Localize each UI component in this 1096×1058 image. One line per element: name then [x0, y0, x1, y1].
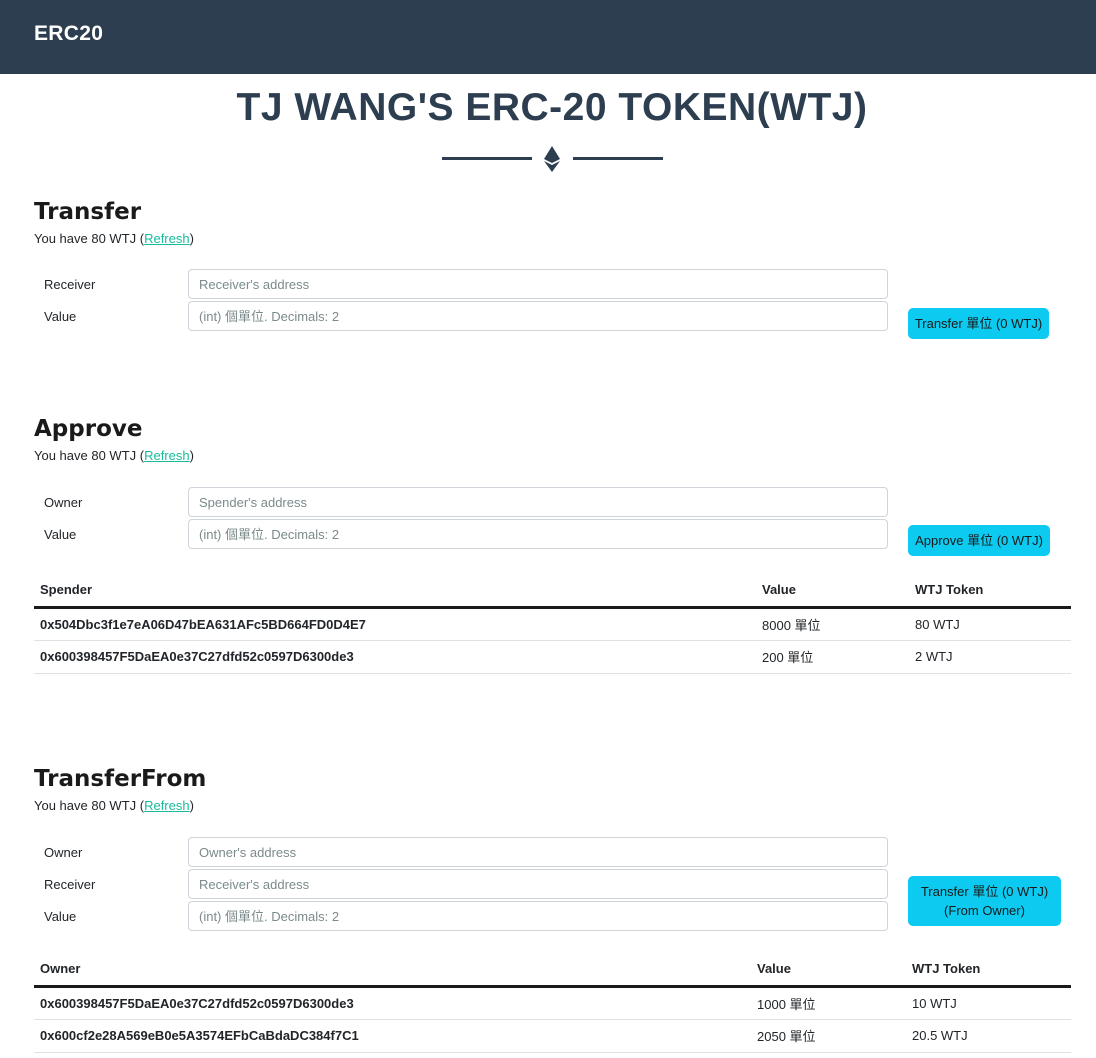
value-label: Value [44, 909, 77, 924]
transfer-from-balance: You have 80 WTJ (Refresh) [34, 798, 194, 813]
balance-suffix: ) [189, 231, 194, 246]
token-cell: 20.5 WTJ [906, 1019, 1071, 1053]
table-header-row: Spender Value WTJ Token [34, 573, 1071, 609]
table-row: 0x504Dbc3f1e7eA06D47bEA631AFc5BD664FD0D4… [34, 607, 1071, 641]
transfer-from-receiver-input[interactable] [188, 869, 888, 899]
value-cell: 200 單位 [756, 640, 909, 674]
token-cell: 2 WTJ [909, 640, 1071, 674]
transfer-balance: You have 80 WTJ (Refresh) [34, 231, 194, 246]
transfer-from-value-input[interactable] [188, 901, 888, 931]
value-cell: 1000 單位 [751, 986, 906, 1020]
owner-label: Owner [44, 845, 83, 860]
owner-address: 0x600cf2e28A569eB0e5A3574EFbCaBdaDC384f7… [34, 1019, 751, 1053]
navbar: ERC20 [0, 0, 1096, 74]
table-row: 0x600398457F5DaEA0e37C27dfd52c0597D6300d… [34, 986, 1071, 1020]
title-divider [442, 146, 663, 172]
ethereum-icon [544, 146, 560, 172]
value-label: Value [44, 309, 77, 324]
token-cell: 80 WTJ [909, 607, 1071, 641]
spender-address: 0x600398457F5DaEA0e37C27dfd52c0597D6300d… [34, 640, 756, 674]
approve-spender-input[interactable] [188, 487, 888, 517]
column-header: Spender [34, 573, 756, 609]
page-title: TJ WANG'S ERC-20 TOKEN(WTJ) [236, 86, 868, 129]
column-header: WTJ Token [906, 952, 1071, 988]
refresh-link[interactable]: Refresh [144, 231, 190, 246]
refresh-link[interactable]: Refresh [144, 448, 190, 463]
receiver-label: Receiver [44, 277, 96, 292]
value-label: Value [44, 527, 77, 542]
owner-address: 0x600398457F5DaEA0e37C27dfd52c0597D6300d… [34, 986, 751, 1020]
column-header: Owner [34, 952, 751, 988]
button-line-1: Transfer 單位 (0 WTJ) [920, 884, 1049, 899]
refresh-link[interactable]: Refresh [144, 798, 190, 813]
balance-suffix: ) [189, 448, 194, 463]
balance-text: You have 80 WTJ ( [34, 798, 145, 813]
transfer-receiver-input[interactable] [188, 269, 888, 299]
column-header: Value [751, 952, 906, 988]
table-row: 0x600cf2e28A569eB0e5A3574EFbCaBdaDC384f7… [34, 1019, 1071, 1053]
transfer-value-input[interactable] [188, 301, 888, 331]
value-cell: 8000 單位 [756, 607, 909, 641]
receiver-label: Receiver [44, 877, 96, 892]
approve-title: Approve [34, 416, 143, 442]
value-cell: 2050 單位 [751, 1019, 906, 1053]
column-header: Value [756, 573, 909, 609]
divider-line-left [442, 157, 532, 160]
transfer-from-title: TransferFrom [34, 766, 207, 792]
spender-address: 0x504Dbc3f1e7eA06D47bEA631AFc5BD664FD0D4… [34, 607, 756, 641]
transfer-title: Transfer [34, 199, 142, 225]
balance-text: You have 80 WTJ ( [34, 448, 145, 463]
table-row: 0x600398457F5DaEA0e37C27dfd52c0597D6300d… [34, 640, 1071, 674]
approve-table: Spender Value WTJ Token 0x504Dbc3f1e7eA0… [34, 573, 1071, 674]
owner-label: Owner [44, 495, 83, 510]
table-header-row: Owner Value WTJ Token [34, 952, 1071, 988]
divider-line-right [573, 157, 663, 160]
navbar-brand[interactable]: ERC20 [34, 22, 103, 46]
balance-suffix: ) [189, 798, 194, 813]
button-line-2: (From Owner) [944, 903, 1025, 918]
approve-button[interactable]: Approve 單位 (0 WTJ) [908, 525, 1050, 556]
transfer-button[interactable]: Transfer 單位 (0 WTJ) [908, 308, 1049, 339]
token-cell: 10 WTJ [906, 986, 1071, 1020]
transfer-from-button[interactable]: Transfer 單位 (0 WTJ) (From Owner) [908, 876, 1061, 926]
column-header: WTJ Token [909, 573, 1071, 609]
approve-value-input[interactable] [188, 519, 888, 549]
transfer-from-table: Owner Value WTJ Token 0x600398457F5DaEA0… [34, 952, 1071, 1053]
transfer-from-owner-input[interactable] [188, 837, 888, 867]
balance-text: You have 80 WTJ ( [34, 231, 145, 246]
approve-balance: You have 80 WTJ (Refresh) [34, 448, 194, 463]
